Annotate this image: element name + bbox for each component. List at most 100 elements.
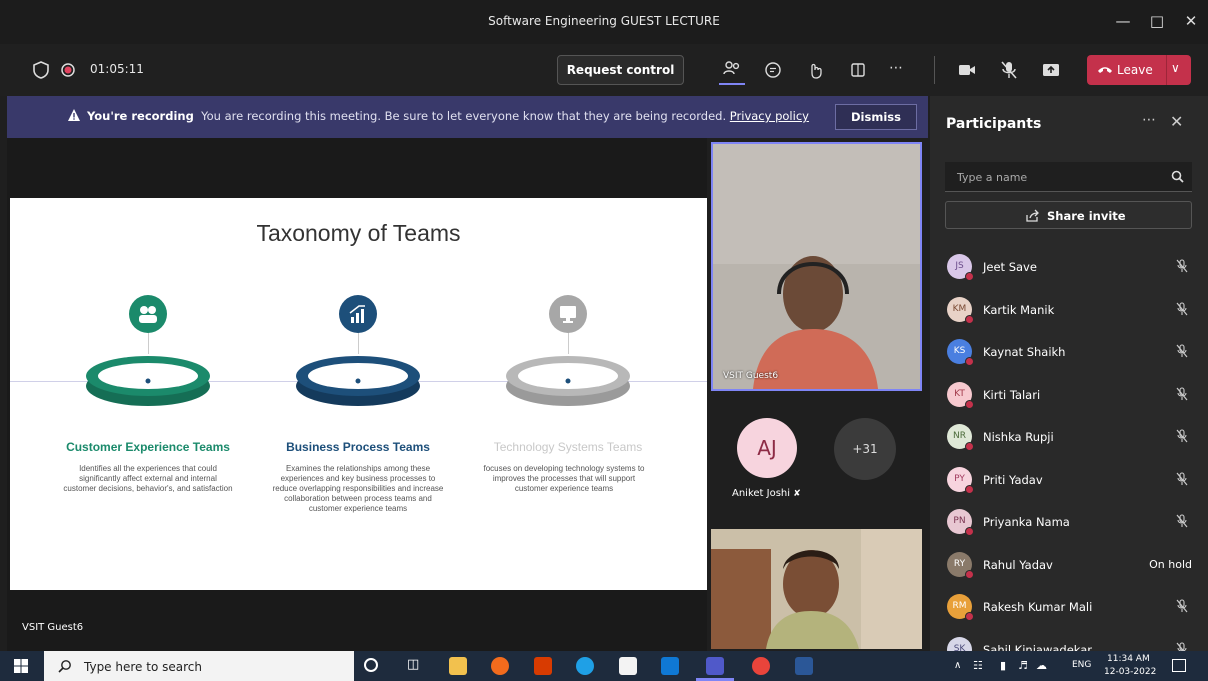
video-tile-main[interactable]: VSIT Guest6 — [711, 142, 922, 391]
mic-muted-icon[interactable] — [1174, 471, 1190, 487]
participant-name: Rahul Yadav — [983, 557, 1053, 572]
windows-start-icon[interactable] — [14, 659, 28, 673]
teams-meeting-window: Software Engineering GUEST LECTURE — □ ✕… — [0, 0, 1208, 681]
share-tray-icon[interactable] — [1040, 59, 1062, 81]
share-invite-button[interactable]: Share invite — [945, 201, 1192, 229]
participant-row[interactable]: NR Nishka Rupji — [930, 417, 1208, 457]
clock-time[interactable]: 11:34 AM — [1107, 654, 1150, 664]
chevron-down-icon[interactable]: ∨ — [1171, 61, 1180, 75]
avatar: RY — [947, 551, 974, 579]
language-indicator[interactable]: ENG — [1072, 660, 1091, 670]
team-title-technology: Technology Systems Teams — [493, 440, 643, 454]
participant-row[interactable]: KM Kartik Manik — [930, 290, 1208, 330]
privacy-policy-link[interactable]: Privacy policy — [730, 109, 809, 123]
presence-badge — [965, 612, 974, 621]
cortana-icon[interactable] — [364, 658, 378, 672]
shield-icon[interactable] — [30, 59, 52, 81]
video-tile-secondary[interactable] — [711, 529, 922, 649]
leave-button[interactable]: Leave ∨ — [1087, 55, 1191, 85]
participant-row[interactable]: PY Priti Yadav — [930, 460, 1208, 500]
avatar: PN — [947, 509, 974, 536]
minimize-icon[interactable]: — — [1112, 10, 1134, 32]
recording-bold-text: You're recording — [87, 109, 194, 123]
more-options-icon[interactable]: ⋯ — [1142, 112, 1156, 128]
rooms-icon[interactable] — [847, 59, 869, 81]
recording-banner: You're recording You are recording this … — [7, 96, 928, 138]
maximize-icon[interactable]: □ — [1146, 10, 1168, 32]
participant-name: Jeet Save — [983, 260, 1037, 274]
warning-icon — [68, 109, 80, 121]
avatar: PY — [947, 466, 974, 494]
mic-muted-icon[interactable] — [1174, 343, 1190, 359]
presenter-name-label: VSIT Guest6 — [22, 622, 84, 633]
clock-date[interactable]: 12-03-2022 — [1104, 667, 1156, 677]
task-view-icon[interactable]: ◫ — [407, 657, 419, 672]
camera-icon[interactable] — [956, 59, 978, 81]
team-ring-business — [296, 356, 420, 406]
participant-row[interactable]: KT Kirti Talari — [930, 375, 1208, 415]
mic-muted-icon[interactable] — [998, 59, 1020, 81]
notifications-icon[interactable] — [1172, 659, 1186, 672]
title-bar: Software Engineering GUEST LECTURE — □ ✕ — [0, 0, 1208, 44]
presence-badge — [965, 442, 974, 451]
word-icon[interactable] — [795, 657, 813, 675]
participant-row[interactable]: SK Sahil Kiniawadekar — [930, 630, 1208, 652]
phone-icon — [1098, 67, 1112, 73]
tray-chevron-icon[interactable]: ∧ — [954, 660, 961, 671]
mic-muted-icon: ✘ — [793, 489, 801, 499]
participants-icon[interactable] — [721, 58, 743, 80]
firefox-icon[interactable] — [491, 657, 509, 675]
presence-badge — [965, 399, 974, 409]
mic-muted-icon[interactable] — [1174, 513, 1190, 529]
participant-search-input[interactable]: Type a name — [945, 162, 1192, 192]
avatar: RM — [947, 594, 974, 621]
battery-icon[interactable]: ▮ — [1000, 659, 1006, 672]
panel-title: Participants — [946, 116, 1042, 132]
edge-icon[interactable] — [576, 657, 594, 675]
request-control-button[interactable]: Request control — [557, 55, 684, 85]
file-explorer-icon[interactable] — [449, 657, 467, 675]
search-placeholder: Type a name — [957, 171, 1028, 184]
avatar-name-text: Aniket Joshi — [732, 488, 791, 499]
more-icon[interactable]: ⋯ — [889, 60, 903, 76]
avatar[interactable]: AJ — [737, 418, 797, 478]
participant-row[interactable]: JS Jeet Save — [930, 247, 1208, 287]
teams-icon[interactable] — [706, 657, 724, 675]
chrome-icon[interactable] — [752, 657, 770, 675]
mic-muted-icon[interactable] — [1174, 258, 1190, 274]
mail-icon[interactable] — [661, 657, 679, 675]
taskbar-search-input[interactable]: Type here to search — [44, 651, 354, 681]
team-desc-technology: focuses on developing technology systems… — [483, 464, 645, 493]
close-icon[interactable]: ✕ — [1180, 10, 1202, 32]
avatar: NR — [947, 424, 974, 451]
mic-muted-icon[interactable] — [1174, 386, 1190, 402]
share-icon — [1026, 209, 1039, 222]
mic-muted-icon[interactable] — [1174, 428, 1190, 444]
mic-muted-icon[interactable] — [1174, 598, 1190, 614]
close-panel-icon[interactable]: ✕ — [1170, 112, 1183, 131]
reactions-icon[interactable] — [805, 59, 827, 81]
avatar: KS — [947, 339, 974, 366]
dismiss-button[interactable]: Dismiss — [835, 104, 917, 130]
avatar: KT — [947, 381, 974, 409]
avatar: JS — [947, 254, 974, 281]
participant-row[interactable]: RM Rakesh Kumar Mali — [930, 587, 1208, 627]
participant-row[interactable]: KS Kaynat Shaikh — [930, 332, 1208, 372]
team-title-customer: Customer Experience Teams — [66, 440, 230, 454]
store-icon[interactable] — [619, 657, 637, 675]
volume-icon[interactable]: ♬ — [1018, 659, 1028, 672]
participant-row[interactable]: PN Priyanka Nama — [930, 502, 1208, 542]
monitor-icon — [549, 295, 587, 333]
mic-muted-icon[interactable] — [1174, 641, 1190, 652]
office-icon[interactable] — [534, 657, 552, 675]
participant-video-feed — [711, 529, 922, 649]
mic-muted-icon[interactable] — [1174, 301, 1190, 317]
search-icon[interactable] — [1171, 170, 1184, 183]
onedrive-icon[interactable]: ☁ — [1036, 659, 1047, 672]
participants-active-indicator — [719, 83, 745, 85]
participant-row[interactable]: RY Rahul Yadav On hold — [930, 545, 1208, 585]
overflow-participants-button[interactable]: +31 — [834, 418, 896, 480]
network-icon[interactable]: ☷ — [973, 659, 983, 672]
chat-icon[interactable] — [762, 59, 784, 81]
slide-title: Taxonomy of Teams — [256, 220, 461, 246]
